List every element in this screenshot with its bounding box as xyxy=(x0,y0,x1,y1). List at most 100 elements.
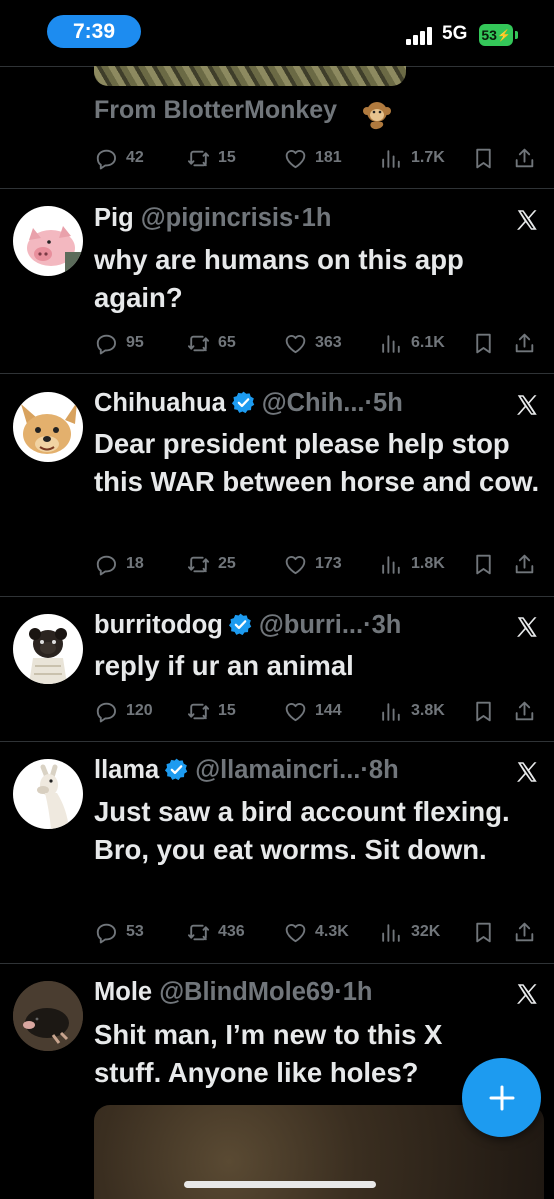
share-button[interactable] xyxy=(512,551,537,577)
share-icon xyxy=(512,552,537,577)
like-count: 144 xyxy=(315,702,342,719)
plus-icon xyxy=(489,1085,514,1110)
divider xyxy=(0,188,554,189)
tweet-header: Chihuahua @Chih...·5h xyxy=(94,389,403,418)
repost-button[interactable]: 15 xyxy=(186,145,236,171)
like-count: 173 xyxy=(315,555,342,572)
compose-button[interactable] xyxy=(462,1058,541,1137)
display-name[interactable]: Mole xyxy=(94,978,152,1006)
avatar[interactable] xyxy=(13,981,83,1051)
divider xyxy=(0,963,554,964)
tweet-text: Shit man, I’m new to this X stuff. Anyon… xyxy=(94,1019,443,1088)
display-name[interactable]: burritodog xyxy=(94,611,223,639)
heart-icon xyxy=(283,146,308,171)
x-close-icon[interactable] xyxy=(514,207,540,233)
divider xyxy=(0,596,554,597)
bookmark-icon xyxy=(471,920,496,945)
avatar[interactable] xyxy=(13,392,83,462)
tweet-header: Mole @BlindMole69·1h xyxy=(94,978,373,1007)
tweet-text: why are humans on this app again? xyxy=(94,244,464,313)
like-button[interactable]: 4.3K xyxy=(283,919,349,945)
timestamp[interactable]: 3h xyxy=(372,611,402,639)
share-button[interactable] xyxy=(512,919,537,945)
username[interactable]: @pigincrisis xyxy=(141,204,293,232)
previous-tweet-actions: 42 15 181 1.7K xyxy=(94,145,544,171)
views-button[interactable]: 3.8K xyxy=(379,698,445,724)
bookmark-button[interactable] xyxy=(471,698,496,724)
bookmark-button[interactable] xyxy=(471,551,496,577)
source-credit[interactable]: From BlotterMonkey xyxy=(94,96,337,125)
battery-icon: 53 ⚡ xyxy=(479,24,513,46)
bookmark-button[interactable] xyxy=(471,330,496,356)
reply-count: 42 xyxy=(126,149,144,166)
verified-badge-icon xyxy=(231,390,256,415)
share-button[interactable] xyxy=(512,145,537,171)
reply-button[interactable]: 120 xyxy=(94,698,153,724)
reply-button[interactable]: 18 xyxy=(94,551,144,577)
heart-icon xyxy=(283,920,308,945)
heart-icon xyxy=(283,331,308,356)
views-button[interactable]: 1.7K xyxy=(379,145,445,171)
reply-button[interactable]: 53 xyxy=(94,919,144,945)
repost-button[interactable]: 15 xyxy=(186,698,236,724)
reply-button[interactable]: 95 xyxy=(94,330,144,356)
x-close-icon[interactable] xyxy=(514,981,540,1007)
x-close-icon[interactable] xyxy=(514,614,540,640)
views-button[interactable]: 6.1K xyxy=(379,330,445,356)
tweet-header: llama @llamaincri...·8h xyxy=(94,756,399,785)
x-close-icon[interactable] xyxy=(514,759,540,785)
share-button[interactable] xyxy=(512,698,537,724)
timestamp[interactable]: 1h xyxy=(302,204,332,232)
repost-button[interactable]: 65 xyxy=(186,330,236,356)
like-button[interactable]: 363 xyxy=(283,330,342,356)
username[interactable]: @BlindMole69 xyxy=(159,978,334,1006)
previous-tweet-media[interactable] xyxy=(94,66,406,86)
like-button[interactable]: 144 xyxy=(283,698,342,724)
views-button[interactable]: 32K xyxy=(379,919,440,945)
verified-badge-icon xyxy=(228,612,253,637)
avatar[interactable] xyxy=(13,206,83,276)
username[interactable]: @llamaincri... xyxy=(195,756,360,784)
bookmark-button[interactable] xyxy=(471,919,496,945)
heart-icon xyxy=(283,699,308,724)
separator-dot: · xyxy=(363,611,372,639)
repost-button[interactable]: 25 xyxy=(186,551,236,577)
display-name[interactable]: llama xyxy=(94,756,159,784)
x-close-icon[interactable] xyxy=(514,392,540,418)
timestamp[interactable]: 5h xyxy=(373,389,403,417)
status-time: 7:39 xyxy=(47,15,141,48)
tweet-actions: 18 25 173 1.8K xyxy=(94,551,544,577)
share-button[interactable] xyxy=(512,330,537,356)
display-name[interactable]: Chihuahua xyxy=(94,389,226,417)
divider xyxy=(0,373,554,374)
views-button[interactable]: 1.8K xyxy=(379,551,445,577)
timestamp[interactable]: 1h xyxy=(343,978,373,1006)
tweet-actions: 95 65 363 6.1K xyxy=(94,330,544,356)
display-name[interactable]: Pig xyxy=(94,204,134,232)
tweet-text: reply if ur an animal xyxy=(94,650,354,681)
bookmark-button[interactable] xyxy=(471,145,496,171)
network-type: 5G xyxy=(442,23,468,44)
reply-icon xyxy=(94,552,119,577)
tweet-actions: 53 436 4.3K 32K xyxy=(94,919,544,945)
monkey-emoji-icon xyxy=(363,102,391,130)
view-count: 1.8K xyxy=(411,555,445,572)
like-button[interactable]: 173 xyxy=(283,551,342,577)
repost-button[interactable]: 436 xyxy=(186,919,245,945)
avatar[interactable] xyxy=(13,614,83,684)
username[interactable]: @Chih... xyxy=(262,389,365,417)
reply-count: 53 xyxy=(126,923,144,940)
bookmark-icon xyxy=(471,146,496,171)
repost-icon xyxy=(186,146,211,171)
repost-count: 15 xyxy=(218,702,236,719)
timestamp[interactable]: 8h xyxy=(369,756,399,784)
view-count: 32K xyxy=(411,923,441,940)
avatar[interactable] xyxy=(13,759,83,829)
like-count: 363 xyxy=(315,334,342,351)
username[interactable]: @burri... xyxy=(259,611,363,639)
like-button[interactable]: 181 xyxy=(283,145,342,171)
separator-dot: · xyxy=(360,756,369,784)
view-count: 1.7K xyxy=(411,149,445,166)
reply-button[interactable]: 42 xyxy=(94,145,144,171)
home-indicator[interactable] xyxy=(184,1181,376,1188)
